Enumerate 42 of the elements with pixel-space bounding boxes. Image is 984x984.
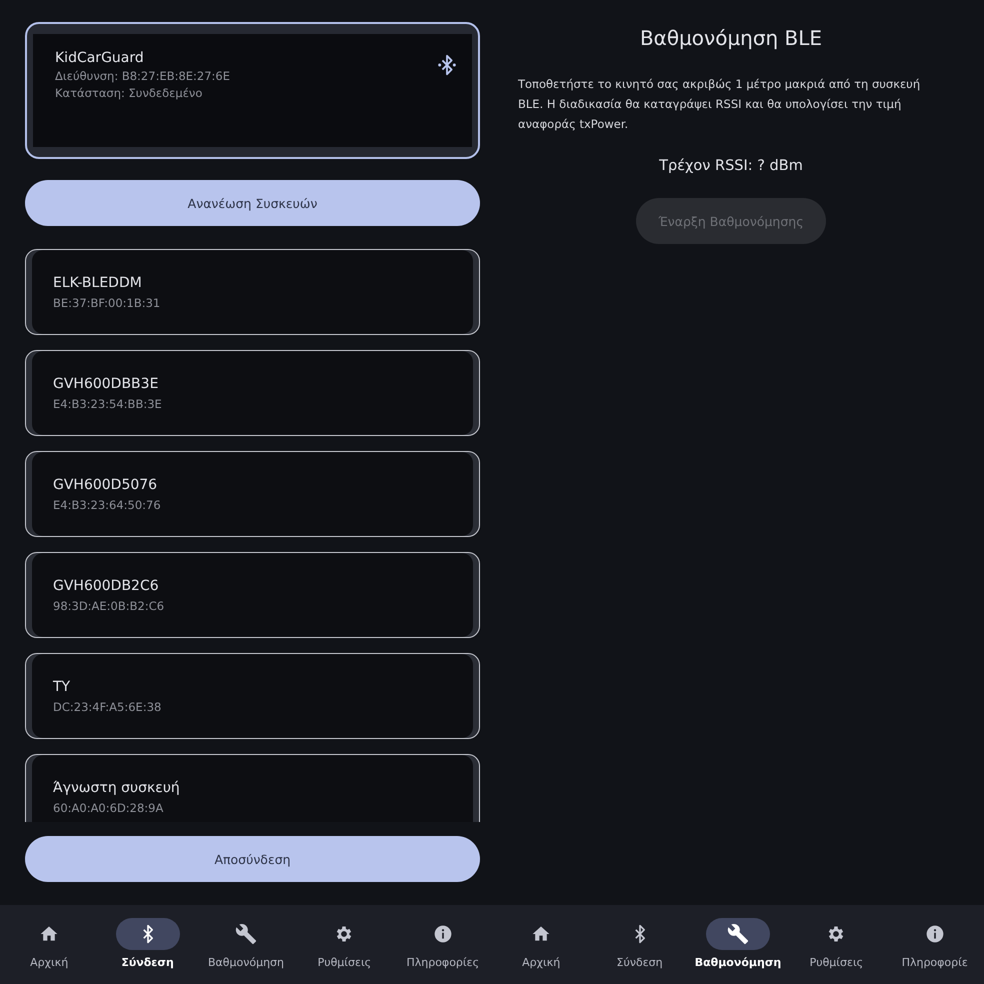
device-address: 98:3D:AE:0B:B2:C6 [53,598,166,612]
device-list-item[interactable]: GVH600DB2C6 98:3D:AE:0B:B2:C6 [25,552,480,638]
nav-tab[interactable]: Αρχική [496,918,586,984]
nav-tab[interactable]: Αρχική [4,918,94,984]
disconnect-button[interactable]: Αποσύνδεση [25,836,480,882]
device-address: E4:B3:23:64:50:76 [53,498,162,512]
wrench-icon [234,923,257,945]
nav-tab[interactable]: Βαθμονόμηση [692,918,783,984]
rssi-reading: Τρέχον RSSI: ? dBm [659,158,803,174]
bluetooth-connected-icon [436,54,458,76]
device-name: GVH600DB2C6 [53,578,160,594]
connected-device-card[interactable]: KidCarGuard Διεύθυνση: B8:27:EB:8E:27:6E Κατάσταση: Συνδεδεμένο [25,22,480,159]
nav-tab[interactable]: Σύνδεση [594,918,685,984]
device-name: Άγνωστη συσκευή [53,780,181,796]
device-list-item[interactable]: TY DC:23:4F:A5:6E:38 [25,653,480,739]
device-name: GVH600DBB3E [53,376,160,392]
device-address: Διεύθυνση: B8:27:EB:8E:27:6E [55,69,230,83]
nav-tab[interactable]: Ρυθμίσεις [791,918,882,984]
device-address: E4:B3:23:54:BB:3E [53,396,163,410]
device-list-item[interactable]: GVH600DBB3E E4:B3:23:54:BB:3E [25,350,480,436]
calibration-instructions: Τοποθετήστε το κινητό σας ακριβώς 1 μέτρο μακριά από τη συσκευή BLE. Η διαδικασία θα καταγράψει RSSI και θα υπολογίσει την τιμή αναφοράς txPower. [518,76,922,133]
calibration-title: Βαθμονόμηση BLE [640,26,822,50]
info-icon [432,924,453,944]
device-name: TY [53,678,72,694]
refresh-devices-button[interactable]: Ανανέωση Συσκευών [25,180,480,226]
device-name: KidCarGuard [55,50,145,66]
nav-tab[interactable]: Πληροφορίες [398,918,488,984]
device-list-item[interactable]: ELK-BLEDDM BE:37:BF:00:1B:31 [25,249,480,335]
wrench-icon [726,923,749,945]
device-list-item[interactable]: GVH600D5076 E4:B3:23:64:50:76 [25,451,480,537]
nav-tab[interactable]: Σύνδεση [102,918,193,984]
nav-tab[interactable]: Ρυθμίσεις [299,918,390,984]
info-icon [924,924,945,944]
device-list-item[interactable]: Άγνωστη συσκευή 60:A0:A0:6D:28:9A [25,754,480,822]
nav-tab[interactable]: Πληροφορίε [890,918,980,984]
nav-tab[interactable]: Βαθμονόμηση [200,918,291,984]
device-name: ELK-BLEDDM [53,274,143,290]
device-name: GVH600D5076 [53,476,158,492]
connection-status: Κατάσταση: Συνδεδεμένο [55,86,204,100]
device-address: 60:A0:A0:6D:28:9A [53,800,164,814]
device-address: DC:23:4F:A5:6E:38 [53,700,162,714]
device-address: BE:37:BF:00:1B:31 [53,296,162,310]
